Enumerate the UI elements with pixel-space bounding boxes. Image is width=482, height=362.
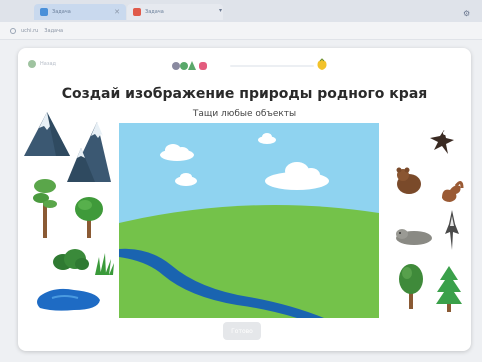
seal-icon[interactable] [394, 226, 434, 246]
tab-label: Задача [52, 9, 71, 15]
site-info-icon[interactable] [10, 27, 16, 34]
eagle-icon[interactable] [428, 128, 456, 156]
fir-tree-icon[interactable] [436, 266, 462, 312]
tab-favicon-icon [40, 8, 48, 16]
page-title: Создай изображение природы родного края [61, 86, 428, 102]
tab-favicon-icon [133, 8, 141, 16]
back-arrow-icon [28, 60, 36, 68]
browser-tab-active[interactable]: Задача ✕ [34, 4, 126, 20]
progress-track [230, 65, 314, 67]
browser-tab-bar: Задача ✕ Задача ▾ ⚙ [0, 0, 482, 22]
progress-goal-icon [317, 60, 327, 70]
progress-step-icon [180, 62, 188, 70]
task-card: Назад Создай изображение природы родного… [18, 48, 471, 351]
address-text: uchi.ru [21, 27, 39, 34]
tab-dropdown-icon[interactable]: ▾ [219, 7, 222, 14]
pine-tree-icon[interactable] [32, 176, 58, 238]
oak-tree-icon[interactable] [398, 263, 424, 309]
squirrel-icon[interactable] [438, 178, 464, 204]
window-menu-icon[interactable]: ⚙ [463, 9, 470, 18]
back-label: Назад [40, 61, 57, 67]
browser-tab-inactive[interactable]: Задача [127, 4, 223, 20]
bird-icon[interactable] [443, 210, 461, 250]
address-title: Задача [44, 27, 64, 34]
mountain-icon[interactable] [24, 110, 70, 158]
bear-icon[interactable] [393, 166, 423, 196]
address-bar[interactable]: uchi.ru Задача [0, 22, 482, 40]
mountain-range-icon[interactable] [67, 120, 113, 184]
birch-tree-icon[interactable] [74, 196, 104, 238]
progress-step-icon [172, 62, 180, 70]
done-button[interactable]: Готово [223, 322, 261, 340]
page-subtitle: Тащи любые объекты [192, 109, 297, 119]
progress-step-icon [188, 61, 196, 70]
grass-tuft-icon[interactable] [93, 253, 115, 275]
tab-close-icon[interactable]: ✕ [114, 8, 120, 16]
pond-icon[interactable] [34, 286, 102, 312]
back-button[interactable]: Назад [28, 60, 56, 68]
progress-bar [172, 58, 327, 70]
tab-label: Задача [145, 9, 164, 15]
bush-icon[interactable] [53, 248, 89, 270]
progress-step-icon [199, 62, 207, 70]
drawing-canvas[interactable] [119, 123, 379, 318]
